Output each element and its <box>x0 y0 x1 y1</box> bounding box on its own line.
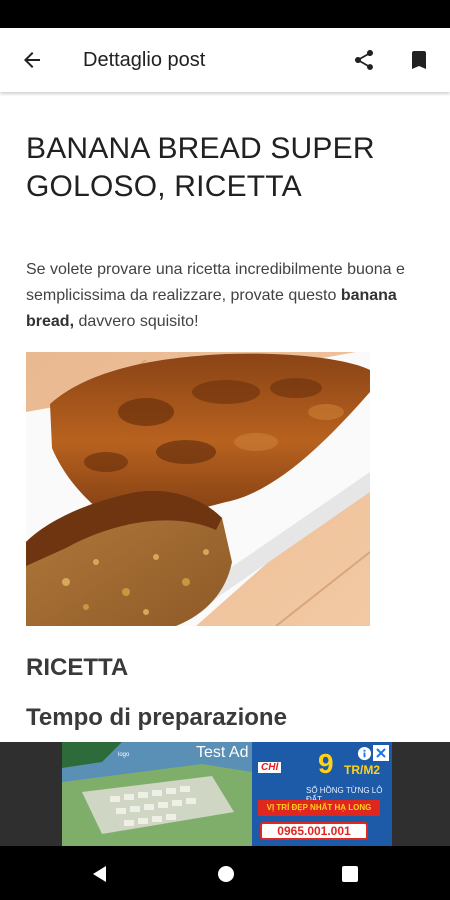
app-bar: Dettaglio post <box>0 28 450 92</box>
section-heading-prep-time: Tempo di preparazione <box>26 704 287 731</box>
ad-tagline: VỊ TRÍ ĐẸP NHẤT HẠ LONG <box>258 800 380 816</box>
post-title: BANANA BREAD SUPER GOLOSO, RICETTA <box>26 132 375 203</box>
ad-banner[interactable]: logo Test Ad CHỈ 9 TR/M2 SỔ HỒNG TỪNG LÔ… <box>62 742 392 846</box>
bookmark-icon <box>412 51 426 69</box>
post-intro: Se volete provare una ricetta incredibil… <box>26 257 406 335</box>
bookmark-button[interactable] <box>399 40 439 80</box>
intro-text-end: davvero squisito! <box>74 313 199 330</box>
ad-container: logo Test Ad CHỈ 9 TR/M2 SỔ HỒNG TỪNG LÔ… <box>0 742 450 846</box>
post-image <box>26 352 370 626</box>
ad-info-icon[interactable] <box>357 746 372 761</box>
back-button[interactable] <box>12 40 52 80</box>
post-content: BANANA BREAD SUPER GOLOSO, RICETTA Se vo… <box>0 92 450 742</box>
status-bar <box>0 0 450 28</box>
ad-chi-label: CHỈ <box>258 762 282 773</box>
ad-test-label: Test Ad <box>196 744 249 761</box>
ad-price: 9 <box>318 748 334 779</box>
ad-phone-number[interactable]: 0965.001.001 <box>260 822 368 840</box>
share-icon <box>355 50 373 70</box>
ad-price-unit: TR/M2 <box>344 763 380 777</box>
system-nav-bar <box>0 846 450 900</box>
banana-bread-photo <box>26 352 370 626</box>
ad-logo-text: logo <box>118 752 130 758</box>
nav-back-icon[interactable] <box>88 862 112 886</box>
section-heading-recipe: RICETTA <box>26 654 129 681</box>
nav-home-icon[interactable] <box>214 862 238 886</box>
arrow-back-icon <box>24 52 40 68</box>
share-button[interactable] <box>344 40 384 80</box>
ad-close-icon[interactable] <box>373 745 389 761</box>
nav-recents-icon[interactable] <box>338 862 362 886</box>
page-title: Dettaglio post <box>83 49 206 71</box>
